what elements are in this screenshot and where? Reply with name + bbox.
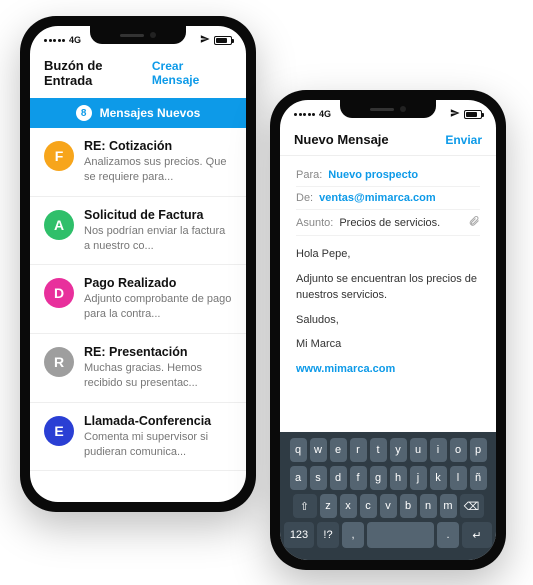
body-url: www.mimarca.com (296, 361, 480, 378)
carrier-label: 4G (319, 109, 331, 119)
key[interactable]: u (410, 438, 427, 462)
key[interactable]: y (390, 438, 407, 462)
avatar: A (44, 210, 74, 240)
notch (90, 26, 186, 44)
message-preview: Nos podrían enviar la factura a nuestro … (84, 224, 232, 254)
screen: 4G Nuevo Mensaje Enviar Para: Nuevo pros… (280, 100, 496, 560)
compose-header: Nuevo Mensaje Enviar (280, 128, 496, 156)
list-item[interactable]: E Llamada-Conferencia Comenta mi supervi… (30, 403, 246, 472)
key[interactable]: ↵ (462, 522, 492, 548)
key[interactable]: m (440, 494, 457, 518)
subject-value: Precios de servicios. (339, 217, 462, 229)
message-preview: Muchas gracias. Hemos recibido su presen… (84, 361, 232, 391)
message-subject: Pago Realizado (84, 276, 232, 290)
message-preview: Comenta mi supervisor si pudieran comuni… (84, 430, 232, 460)
signal-dots-icon (294, 113, 315, 116)
key[interactable]: !? (317, 522, 339, 548)
message-list: F RE: Cotización Analizamos sus precios.… (30, 128, 246, 471)
key[interactable]: v (380, 494, 397, 518)
compose-form: Para: Nuevo prospecto De: ventas@mimarca… (280, 156, 496, 393)
key[interactable]: z (320, 494, 337, 518)
message-subject: RE: Presentación (84, 345, 232, 359)
key[interactable]: n (420, 494, 437, 518)
key[interactable]: h (390, 466, 407, 490)
notch (340, 100, 436, 118)
key[interactable]: b (400, 494, 417, 518)
keyboard: qwertyuiop asdfghjklñ ⇧zxcvbnm⌫ 123!?,.↵ (280, 432, 496, 560)
key[interactable]: e (330, 438, 347, 462)
inbox-header: Buzón de Entrada Crear Mensaje (30, 54, 246, 98)
subject-label: Asunto: (296, 217, 333, 229)
key[interactable]: p (470, 438, 487, 462)
key[interactable]: a (290, 466, 307, 490)
banner-text: Mensajes Nuevos (100, 106, 201, 120)
key[interactable]: x (340, 494, 357, 518)
message-subject: Solicitud de Factura (84, 208, 232, 222)
key[interactable]: f (350, 466, 367, 490)
message-subject: RE: Cotización (84, 139, 232, 153)
key[interactable]: l (450, 466, 467, 490)
page-title: Buzón de Entrada (44, 58, 152, 88)
key[interactable]: k (430, 466, 447, 490)
key[interactable]: c (360, 494, 377, 518)
from-field[interactable]: De: ventas@mimarca.com (296, 187, 480, 210)
to-label: Para: (296, 169, 322, 181)
key[interactable]: d (330, 466, 347, 490)
list-item[interactable]: R RE: Presentación Muchas gracias. Hemos… (30, 334, 246, 403)
page-title: Nuevo Mensaje (294, 132, 389, 147)
list-item[interactable]: D Pago Realizado Adjunto comprobante de … (30, 265, 246, 334)
to-field[interactable]: Para: Nuevo prospecto (296, 164, 480, 187)
key[interactable]: j (410, 466, 427, 490)
new-messages-banner[interactable]: 8 Mensajes Nuevos (30, 98, 246, 128)
body-greeting: Hola Pepe, (296, 246, 480, 263)
to-value: Nuevo prospecto (328, 169, 418, 181)
body-sign: Saludos, (296, 312, 480, 329)
key[interactable]: ⌫ (460, 494, 484, 518)
key[interactable]: ⇧ (293, 494, 317, 518)
key[interactable]: o (450, 438, 467, 462)
key[interactable]: , (342, 522, 364, 548)
battery-icon (464, 110, 482, 119)
message-subject: Llamada-Conferencia (84, 414, 232, 428)
key[interactable]: i (430, 438, 447, 462)
location-icon (450, 108, 460, 120)
screen: 4G Buzón de Entrada Crear Mensaje 8 Mens… (30, 26, 246, 502)
signal-dots-icon (44, 39, 65, 42)
count-badge: 8 (76, 105, 92, 121)
key[interactable]: ñ (470, 466, 487, 490)
list-item[interactable]: F RE: Cotización Analizamos sus precios.… (30, 128, 246, 197)
key[interactable]: 123 (284, 522, 314, 548)
subject-field[interactable]: Asunto: Precios de servicios. (296, 210, 480, 236)
message-body[interactable]: Hola Pepe, Adjunto se encuentran los pre… (296, 236, 480, 377)
avatar: F (44, 141, 74, 171)
message-preview: Adjunto comprobante de pago para la cont… (84, 292, 232, 322)
key[interactable]: g (370, 466, 387, 490)
list-item[interactable]: A Solicitud de Factura Nos podrían envia… (30, 197, 246, 266)
from-label: De: (296, 192, 313, 204)
phone-inbox: 4G Buzón de Entrada Crear Mensaje 8 Mens… (20, 16, 256, 512)
avatar: D (44, 278, 74, 308)
avatar: R (44, 347, 74, 377)
key[interactable]: w (310, 438, 327, 462)
battery-icon (214, 36, 232, 45)
message-preview: Analizamos sus precios. Que se requiere … (84, 155, 232, 185)
compose-button[interactable]: Crear Mensaje (152, 59, 232, 87)
body-brand: Mi Marca (296, 336, 480, 353)
phone-compose: 4G Nuevo Mensaje Enviar Para: Nuevo pros… (270, 90, 506, 570)
send-button[interactable]: Enviar (445, 133, 482, 147)
key[interactable]: . (437, 522, 459, 548)
key[interactable]: r (350, 438, 367, 462)
avatar: E (44, 416, 74, 446)
from-value: ventas@mimarca.com (319, 192, 436, 204)
location-icon (200, 34, 210, 46)
key[interactable]: s (310, 466, 327, 490)
attachment-icon[interactable] (468, 215, 480, 230)
carrier-label: 4G (69, 35, 81, 45)
key[interactable]: q (290, 438, 307, 462)
key[interactable]: t (370, 438, 387, 462)
key[interactable] (367, 522, 434, 548)
body-line: Adjunto se encuentran los precios de nue… (296, 271, 480, 304)
